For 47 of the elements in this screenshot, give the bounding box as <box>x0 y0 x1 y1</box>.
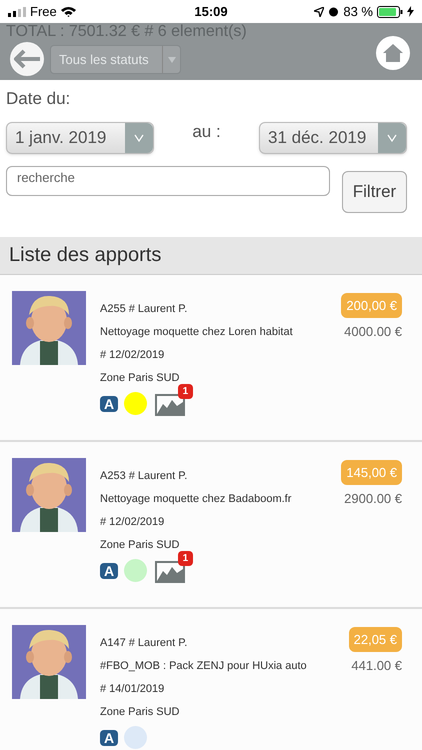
item-amount: 4000.00 € <box>344 323 402 341</box>
signal-icon <box>8 6 26 16</box>
item-description: #FBO_MOB : Pack ZENJ pour HUxia auto <box>100 660 308 672</box>
item-description: Nettoyage moquette chez Badaboom.fr <box>100 492 292 506</box>
tag-badge: A <box>100 562 118 578</box>
back-arrow-icon <box>14 49 40 69</box>
item-amount: 441.00 € <box>351 657 402 675</box>
home-icon <box>382 43 404 63</box>
item-zone: Zone Paris SUD <box>100 372 180 384</box>
search-field[interactable]: recherche <box>6 166 330 196</box>
item-zone: Zone Paris SUD <box>100 706 180 718</box>
item-title: A147 # Laurent P. <box>100 636 188 650</box>
home-button[interactable] <box>376 36 410 70</box>
from-date-select[interactable]: 1 janv. 2019 <box>6 122 154 154</box>
commission-badge: 200,00 € <box>341 292 402 318</box>
battery-percent: 83 % <box>343 2 373 21</box>
item-description: Nettoyage moquette chez Loren habitat <box>100 326 294 338</box>
tag-badge: A <box>100 396 118 412</box>
count-badge: 1 <box>178 550 194 566</box>
section-title: Liste des apports <box>9 243 162 268</box>
battery-icon <box>377 6 403 18</box>
caret-icon <box>134 134 144 142</box>
date-label: Date du: <box>6 88 72 110</box>
bolt-icon <box>407 6 414 17</box>
back-button[interactable] <box>10 42 44 76</box>
item-date: # 14/01/2019 <box>100 682 166 696</box>
image-icon <box>155 560 186 582</box>
commission-badge: 145,00 € <box>341 460 402 485</box>
clock-time: 15:09 <box>193 2 229 21</box>
carrier-name: Free <box>30 2 57 21</box>
item-date: # 12/02/2019 <box>100 516 166 528</box>
caret-icon <box>387 134 397 142</box>
to-label: au : <box>191 120 222 143</box>
to-date-select[interactable]: 31 déc. 2019 <box>259 122 407 154</box>
image-icon <box>155 394 186 416</box>
item-title: A255 # Laurent P. <box>100 302 188 316</box>
filter-button[interactable]: Filtrer <box>342 170 407 212</box>
item-amount: 2900.00 € <box>344 490 402 508</box>
item-date: # 12/02/2019 <box>100 348 166 362</box>
item-title: A253 # Laurent P. <box>100 470 188 482</box>
caret-icon <box>168 56 176 62</box>
wifi-icon <box>60 6 76 17</box>
commission-badge: 22,05 € <box>348 626 402 652</box>
count-badge: 1 <box>178 384 194 398</box>
location-icon <box>314 6 324 16</box>
tag-badge: A <box>100 730 118 746</box>
item-zone: Zone Paris SUD <box>100 538 180 552</box>
